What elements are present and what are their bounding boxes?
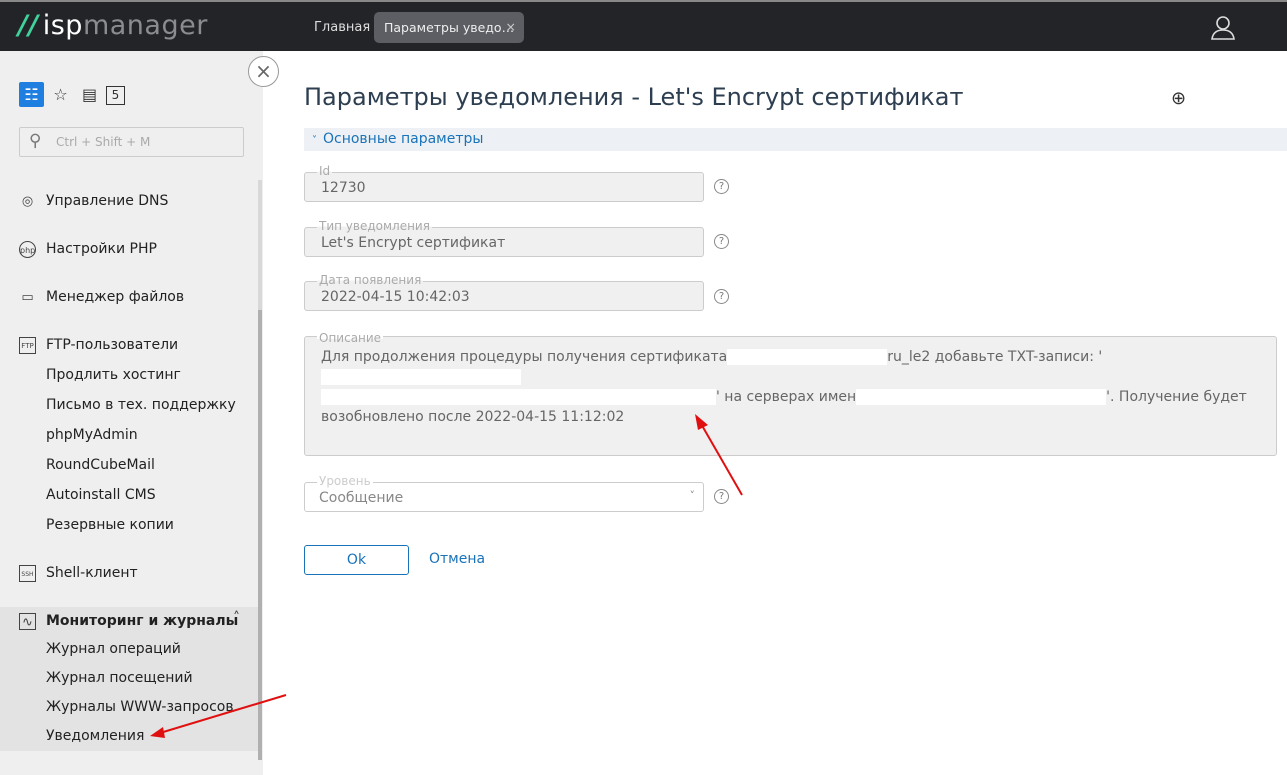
annotation-arrows (150, 414, 743, 738)
